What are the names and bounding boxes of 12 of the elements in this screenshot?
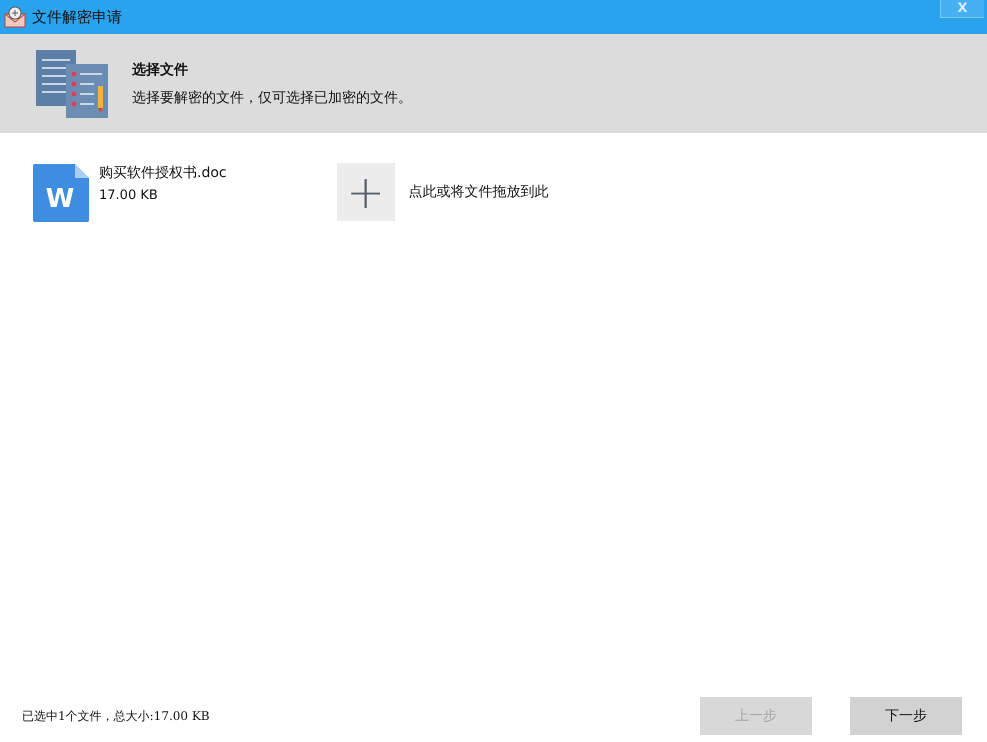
section-description: 选择要解密的文件，仅可选择已加密的文件。 [132, 88, 412, 106]
document-file-icon: W [33, 164, 89, 222]
document-list-icon [34, 48, 110, 120]
add-file-button[interactable]: + [336, 163, 395, 221]
file-name: 购买软件授权书.doc [99, 164, 227, 182]
file-size: 17.00 KB [99, 188, 159, 203]
next-step-button[interactable]: 下一步 [850, 697, 962, 735]
section-title: 选择文件 [132, 60, 189, 78]
window-title: 文件解密申请 [32, 8, 123, 26]
selection-summary: 已选中1个文件，总大小:17.00 KB [22, 708, 211, 724]
drop-zone-hint: 点此或将文件拖放到此 [408, 183, 549, 201]
app-icon [4, 6, 26, 28]
